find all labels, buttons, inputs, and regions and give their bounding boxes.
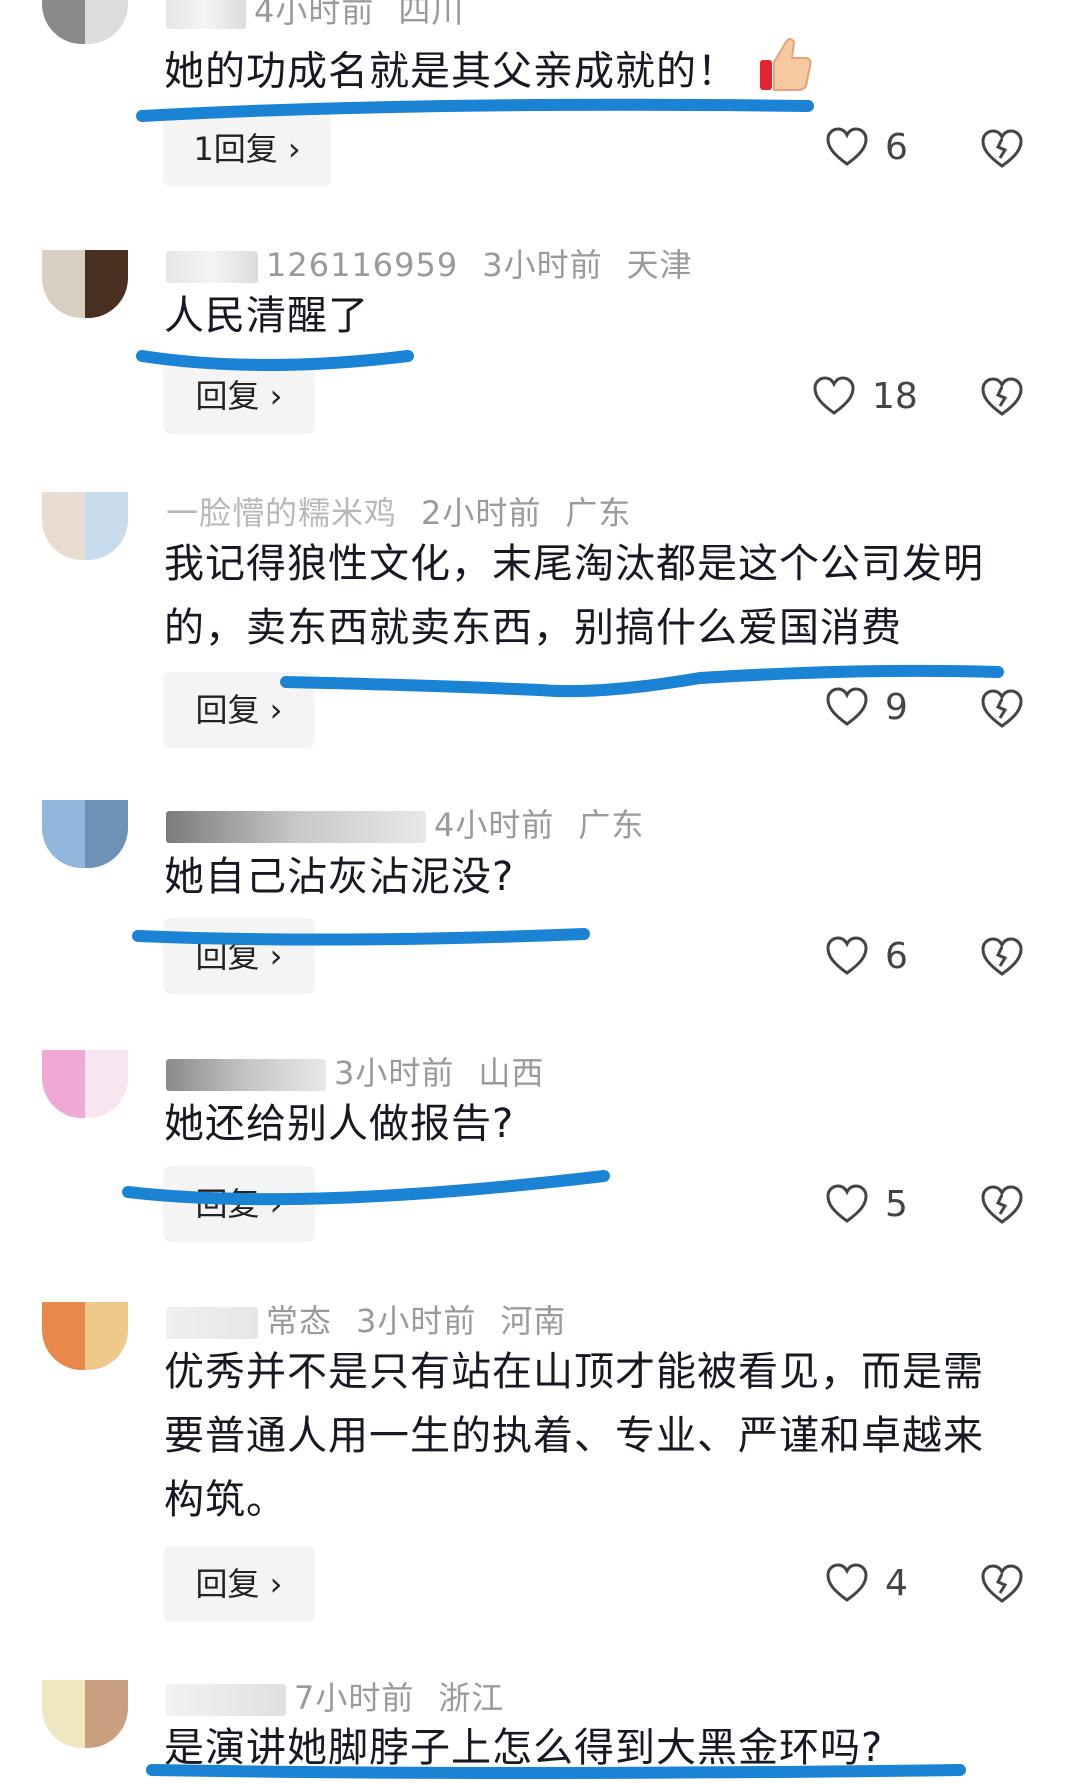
heart-icon [826,1563,868,1602]
like-count: 5 [885,1183,908,1225]
comment-text: 优秀并不是只有站在山顶才能被看见，而是需要普通人用一生的执着、专业、严谨和卓越来… [164,1349,984,1523]
like-button[interactable]: 6 [825,119,908,175]
comment-text: 我记得狼性文化，末尾淘汰都是这个公司发明的，卖东西就卖东西，别搞什么爱国消费 [164,541,984,651]
comment-region: 天津 [626,246,693,284]
comment-username[interactable]: 126116959 [266,246,458,284]
like-button[interactable]: 4 [825,1555,908,1611]
like-button[interactable]: 5 [825,1176,908,1232]
comment-meta: 126116959 3小时前 天津 [166,240,693,286]
comment-meta: 4小时前 广东 [166,800,644,846]
comment-region: 河南 [500,1302,567,1340]
comment-meta: 3小时前 山西 [166,1048,544,1094]
like-button[interactable]: 18 [812,368,918,424]
broken-heart-icon[interactable] [980,374,1024,418]
comment-time: 2小时前 [421,494,542,532]
comment-meta: 常态 3小时前 河南 [166,1296,566,1342]
heart-icon [813,376,855,415]
comment-time: 4小时前 [434,806,555,844]
comment-username[interactable]: 一脸懵的糯米鸡 [166,494,397,532]
reply-button[interactable]: 1回复 › [163,111,331,187]
comment-region: 广东 [565,494,632,532]
comment-meta: 7小时前 浙江 [166,1673,504,1719]
comment-time: 3小时前 [356,1302,477,1340]
like-count: 18 [872,375,918,417]
comment-text: 人民清醒了 [164,293,369,339]
broken-heart-icon[interactable] [980,686,1024,730]
comment-username[interactable]: 常态 [266,1302,332,1340]
avatar[interactable] [42,492,128,560]
comment-time: 3小时前 [482,246,603,284]
comment-text: 她还给别人做报告? [164,1101,515,1147]
like-count: 9 [885,686,908,728]
reply-button[interactable]: 回复 › [163,1166,315,1242]
comment-region: 浙江 [438,1679,505,1717]
like-count: 6 [885,935,908,977]
comment-text: 她自己沾灰沾泥没? [164,854,515,900]
avatar[interactable] [42,800,128,868]
broken-heart-icon[interactable] [980,1182,1024,1226]
comment-region: 四川 [398,0,465,30]
avatar[interactable] [42,1680,128,1748]
heart-icon [826,1184,868,1223]
comment-meta: 4小时前 四川 [166,0,464,32]
comment-text: 她的功成名就是其父亲成就的！ [164,34,1024,113]
reply-button[interactable]: 回复 › [163,918,315,994]
avatar[interactable] [42,0,128,44]
like-count: 6 [885,126,908,168]
like-button[interactable]: 9 [825,679,908,735]
avatar[interactable] [42,250,128,318]
reply-button[interactable]: 回复 › [163,672,315,748]
reply-button[interactable]: 回复 › [163,1546,315,1622]
heart-icon [826,936,868,975]
comment-region: 广东 [578,806,645,844]
like-button[interactable]: 6 [825,928,908,984]
broken-heart-icon[interactable] [980,934,1024,978]
comment-time: 3小时前 [334,1054,455,1092]
thumbs-up-icon [758,34,814,113]
comment-time: 4小时前 [254,0,375,30]
comment-time: 7小时前 [294,1679,415,1717]
reply-button[interactable]: 回复 › [163,358,315,434]
heart-icon [826,127,868,166]
broken-heart-icon[interactable] [980,1561,1024,1605]
avatar[interactable] [42,1302,128,1370]
comment-text: 是演讲她脚脖子上怎么得到大黑金环吗? [164,1725,884,1771]
comment-region: 山西 [478,1054,545,1092]
like-count: 4 [885,1562,908,1604]
broken-heart-icon[interactable] [980,126,1024,170]
avatar[interactable] [42,1050,128,1118]
comment-meta: 一脸懵的糯米鸡 2小时前 广东 [166,488,631,534]
heart-icon [826,687,868,726]
comment-text-content: 她的功成名就是其父亲成就的！ [164,48,738,95]
